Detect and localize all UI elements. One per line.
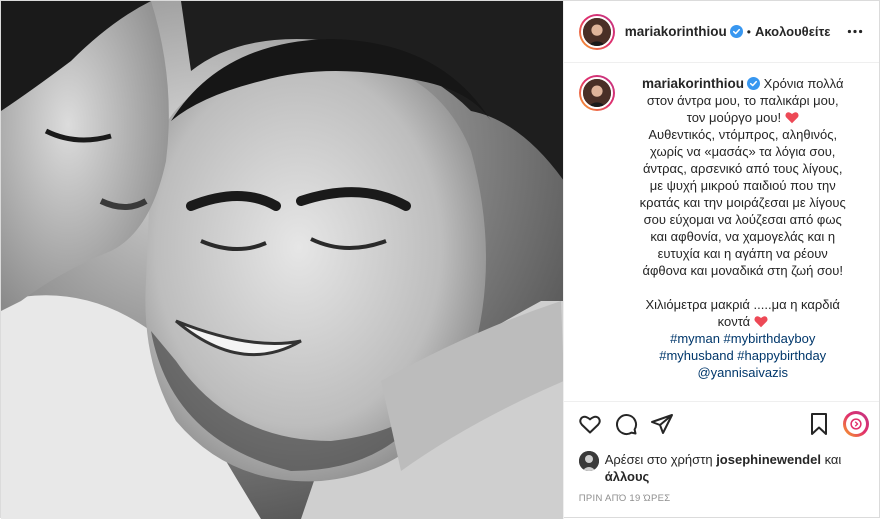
caption-text: mariakorinthiou Χρόνια πολλά στον άντρα … xyxy=(627,75,859,401)
share-icon[interactable] xyxy=(644,406,680,442)
caption-line: χωρίς να «μασάς» τα λόγια σου, xyxy=(650,144,836,159)
caption-line: σου εύχομαι να λούζεσαι από φως xyxy=(643,212,842,227)
red-heart-emoji xyxy=(754,315,768,328)
caption-line: με ψυχή μικρού παιδιού που την xyxy=(649,178,836,193)
more-options-icon[interactable] xyxy=(845,22,865,42)
caption-area: mariakorinthiou Χρόνια πολλά στον άντρα … xyxy=(564,63,879,401)
bookmark-icon[interactable] xyxy=(801,406,837,442)
action-bar xyxy=(563,401,879,445)
caption-line: τον μούργο μου! xyxy=(686,110,782,125)
post-image xyxy=(1,1,563,519)
caption-line: ευτυχία και η αγάπη να ρέουν xyxy=(657,246,828,261)
likes-others-link[interactable]: άλλους xyxy=(605,469,650,484)
post-photo[interactable] xyxy=(1,1,563,519)
author-username[interactable]: mariakorinthiou xyxy=(625,24,727,39)
likes-text: Αρέσει στο χρήστη josephinewendel και άλ… xyxy=(605,451,842,485)
liker-avatar[interactable] xyxy=(578,451,599,471)
post-header: mariakorinthiou • Ακολουθείτε xyxy=(563,1,879,63)
post-sidebar: mariakorinthiou • Ακολουθείτε mariakorin… xyxy=(562,1,879,519)
likes-summary: Αρέσει στο χρήστη josephinewendel και άλ… xyxy=(564,445,879,489)
caption-author-avatar[interactable] xyxy=(578,75,615,111)
caption-line: άφθονα και μοναδικά στη ζωή σου! xyxy=(642,263,843,278)
mention-link[interactable]: @yannisaivazis xyxy=(627,364,859,381)
post-timestamp[interactable]: ΠΡΙΝ ΑΠΌ 19 ΏΡΕΣ xyxy=(564,489,879,519)
red-heart-emoji xyxy=(785,111,799,124)
caption-line: Χιλιόμετρα μακριά .....μα η καρδιά xyxy=(645,297,840,312)
caption-line: κοντά xyxy=(717,314,751,329)
verified-badge-icon xyxy=(729,25,743,38)
caption-line: και αφθονία, να χαμογελάς και η xyxy=(650,229,836,244)
caption-username[interactable]: mariakorinthiou xyxy=(642,76,744,91)
likes-prefix: Αρέσει στο χρήστη xyxy=(604,452,713,467)
follow-status-button[interactable]: Ακολουθείτε xyxy=(755,24,831,39)
author-avatar[interactable] xyxy=(578,13,615,50)
likes-suffix: και xyxy=(824,452,842,467)
reels-icon[interactable] xyxy=(843,410,869,437)
verified-badge-icon xyxy=(746,77,760,90)
caption-line: Χρόνια πολλά xyxy=(763,76,844,91)
separator-dot: • xyxy=(746,24,751,39)
hashtag-link[interactable]: #myman #mybirthdayboy xyxy=(627,330,859,347)
hashtag-link[interactable]: #myhusband #happybirthday xyxy=(627,347,859,364)
caption-line: κρατάς και την μοιράζεσαι με λίγους xyxy=(639,195,846,210)
instagram-post: mariakorinthiou • Ακολουθείτε mariakorin… xyxy=(0,0,880,519)
caption-line: στον άντρα μου, το παλικάρι μου, xyxy=(646,93,839,108)
caption-line: άντρας, αρσενικό από τους λίγους, xyxy=(642,161,843,176)
heart-icon[interactable] xyxy=(572,406,608,442)
liker-username[interactable]: josephinewendel xyxy=(716,452,821,467)
comment-icon[interactable] xyxy=(608,406,644,442)
caption-line: Αυθεντικός, ντόμπρος, αληθινός, xyxy=(648,127,838,142)
